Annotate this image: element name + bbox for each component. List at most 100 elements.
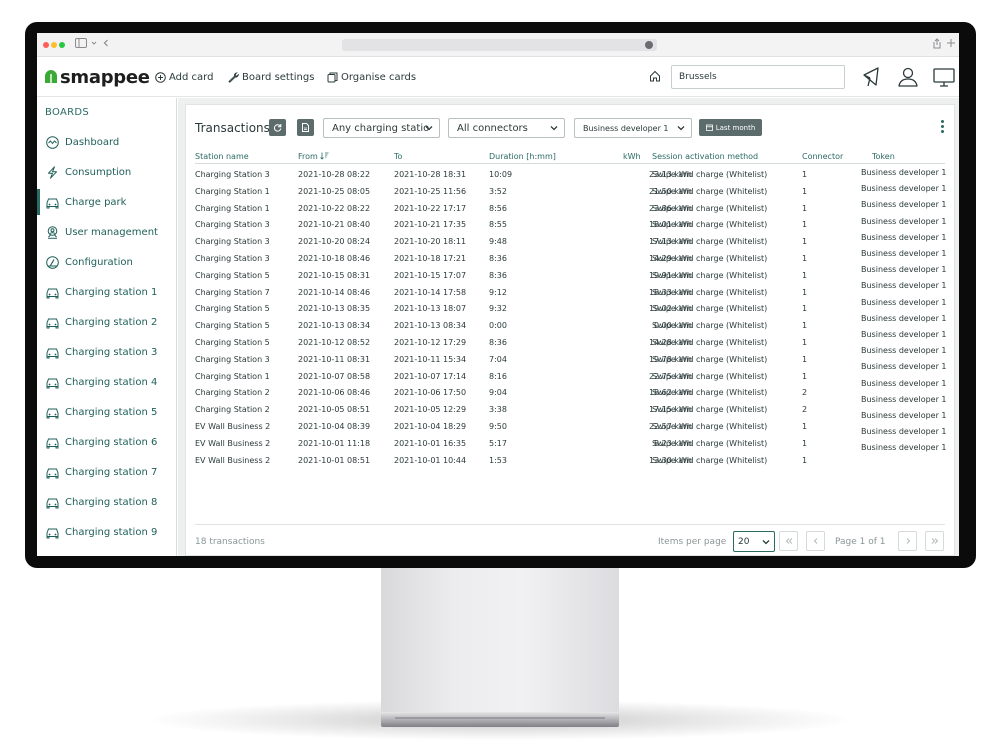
column-header-kwh[interactable]: kWh [623, 152, 641, 161]
add-card-button[interactable]: Add card [155, 69, 213, 85]
sidebar-item-consumption[interactable]: Consumption [37, 159, 176, 185]
table-row[interactable]: EV Wall Business 2 2021-10-04 08:39 2021-1… [195, 418, 945, 434]
organise-cards-button[interactable]: Organise cards [327, 69, 416, 85]
column-header-token[interactable]: Token [872, 152, 895, 161]
table-row[interactable]: Charging Station 5 2021-10-13 08:35 2021-1… [195, 300, 945, 316]
table-row[interactable]: Charging Station 3 2021-10-18 08:46 2021-1… [195, 250, 945, 266]
home-icon[interactable] [649, 70, 661, 82]
window-zoom-button[interactable] [59, 42, 65, 48]
column-header-activation-method[interactable]: Session activation method [652, 152, 758, 161]
table-row[interactable]: Charging Station 1 2021-10-07 08:58 2021-1… [195, 368, 945, 384]
smappee-logo[interactable]: smappee [45, 65, 150, 89]
display-icon[interactable] [932, 65, 956, 89]
sidebar-toggle-icon[interactable] [75, 38, 87, 53]
cell-connector: 1 [802, 321, 808, 331]
sidebar-item-charging-station-8[interactable]: Charging station 8 [37, 489, 176, 515]
cell-duration: 3:38 [489, 405, 507, 415]
cell-to: 2021-10-01 16:35 [394, 438, 467, 448]
cell-to: 2021-10-07 17:14 [394, 371, 467, 381]
connector-filter-select[interactable]: All connectors [448, 118, 565, 138]
table-row[interactable]: Charging Station 3 2021-10-28 08:22 2021-1… [195, 166, 945, 182]
export-button[interactable] [297, 119, 314, 136]
cell-method: Swipe and charge (Whitelist) [652, 354, 768, 364]
cell-to: 2021-10-15 17:07 [394, 270, 467, 280]
table-row[interactable]: Charging Station 1 2021-10-25 08:05 2021-1… [195, 183, 945, 199]
location-selector[interactable]: Brussels [671, 65, 845, 89]
cell-connector: 1 [802, 304, 808, 314]
document-icon [302, 123, 309, 132]
items-per-page-select[interactable]: 20 [733, 531, 775, 552]
refresh-button[interactable] [269, 119, 286, 136]
board-settings-button[interactable]: Board settings [228, 69, 314, 85]
notifications-megaphone-icon[interactable] [860, 65, 884, 89]
sidebar-item-charging-station-9[interactable]: Charging station 9 [37, 519, 176, 545]
table-row[interactable]: Charging Station 3 2021-10-20 08:24 2021-1… [195, 233, 945, 249]
more-options-icon[interactable] [939, 120, 945, 134]
table-row[interactable]: Charging Station 5 2021-10-12 08:52 2021-1… [195, 334, 945, 350]
share-icon[interactable] [933, 38, 941, 54]
period-button[interactable]: Last month [699, 119, 762, 136]
sidebar-item-charging-station-5[interactable]: Charging station 5 [37, 399, 176, 425]
cell-station: Charging Station 2 [195, 388, 270, 398]
window-close-button[interactable] [43, 42, 49, 48]
cell-method: Swipe and charge (Whitelist) [652, 186, 768, 196]
chevron-right-icon [906, 538, 910, 544]
first-page-button[interactable] [779, 531, 798, 551]
sidebar-item-configuration[interactable]: Configuration [37, 249, 176, 275]
sidebar-item-charging-station-1[interactable]: Charging station 1 [37, 279, 176, 305]
cell-duration: 9:48 [489, 237, 507, 247]
sidebar-item-charging-station-2[interactable]: Charging station 2 [37, 309, 176, 335]
calendar-icon [705, 124, 713, 131]
table-row[interactable]: Charging Station 5 2021-10-15 08:31 2021-1… [195, 267, 945, 283]
sidebar-item-charging-station-7[interactable]: Charging station 7 [37, 459, 176, 485]
table-row[interactable]: Charging Station 5 2021-10-13 08:34 2021-1… [195, 317, 945, 333]
refresh-icon [273, 124, 282, 132]
sidebar-item-user-management[interactable]: User management [37, 219, 176, 245]
sidebar-item-charge-park[interactable]: Charge park [37, 189, 176, 215]
next-page-button[interactable] [898, 531, 917, 551]
cell-token: Business developer 1 [861, 265, 947, 275]
sidebar-item-label: Charging station 2 [65, 316, 158, 328]
user-profile-icon[interactable] [896, 65, 920, 89]
card-title: Transactions [195, 121, 270, 135]
previous-page-button[interactable] [806, 531, 825, 551]
chevron-down-icon[interactable] [91, 38, 97, 53]
sidebar-item-label: Charging station 1 [65, 286, 158, 298]
sidebar-item-charging-station-3[interactable]: Charging station 3 [37, 339, 176, 365]
table-row[interactable]: Charging Station 1 2021-10-22 08:22 2021-1… [195, 200, 945, 216]
column-header-from[interactable]: From [298, 152, 329, 161]
cell-method: Swipe and charge (Whitelist) [652, 270, 768, 280]
table-row[interactable]: Charging Station 7 2021-10-14 08:46 2021-1… [195, 284, 945, 300]
car-icon [46, 378, 59, 388]
cell-to: 2021-10-05 12:29 [394, 405, 467, 415]
table-row[interactable]: Charging Station 2 2021-10-06 08:46 2021-1… [195, 384, 945, 400]
add-card-label: Add card [169, 71, 214, 83]
window-minimize-button[interactable] [51, 42, 57, 48]
cell-station: Charging Station 3 [195, 170, 270, 179]
table-row[interactable]: Charging Station 2 2021-10-05 08:51 2021-1… [195, 401, 945, 417]
column-header-to[interactable]: To [394, 152, 402, 161]
column-header-duration[interactable]: Duration [h:mm] [489, 152, 556, 161]
table-row[interactable]: EV Wall Business 2 2021-10-01 08:51 2021-1… [195, 452, 945, 468]
back-arrow-icon[interactable] [103, 38, 109, 53]
address-bar[interactable] [342, 39, 657, 51]
table-row[interactable]: Charging Station 3 2021-10-11 08:31 2021-1… [195, 351, 945, 367]
reader-icon[interactable] [645, 41, 653, 49]
sidebar-item-charging-station-6[interactable]: Charging station 6 [37, 429, 176, 455]
cell-to: 2021-10-12 17:29 [394, 338, 467, 347]
new-tab-icon[interactable] [947, 38, 955, 53]
table-row[interactable]: EV Wall Business 2 2021-10-01 11:18 2021-1… [195, 435, 945, 451]
column-header-connector[interactable]: Connector [802, 152, 843, 161]
table-row[interactable]: Charging Station 3 2021-10-21 08:40 2021-1… [195, 216, 945, 232]
sidebar-item-dashboard[interactable]: Dashboard [37, 129, 176, 155]
column-header-station[interactable]: Station name [195, 152, 249, 161]
organise-cards-label: Organise cards [341, 71, 417, 83]
cards-icon [327, 72, 338, 82]
station-filter-select[interactable]: Any charging statio [323, 118, 440, 138]
cell-connector: 1 [802, 186, 808, 196]
table-footer-divider [195, 524, 945, 525]
last-page-button[interactable] [925, 531, 944, 551]
token-filter-select[interactable]: Business developer 1 [574, 118, 692, 138]
sidebar-item-charging-station-4[interactable]: Charging station 4 [37, 369, 176, 395]
cell-token: Business developer 1 [861, 168, 947, 177]
